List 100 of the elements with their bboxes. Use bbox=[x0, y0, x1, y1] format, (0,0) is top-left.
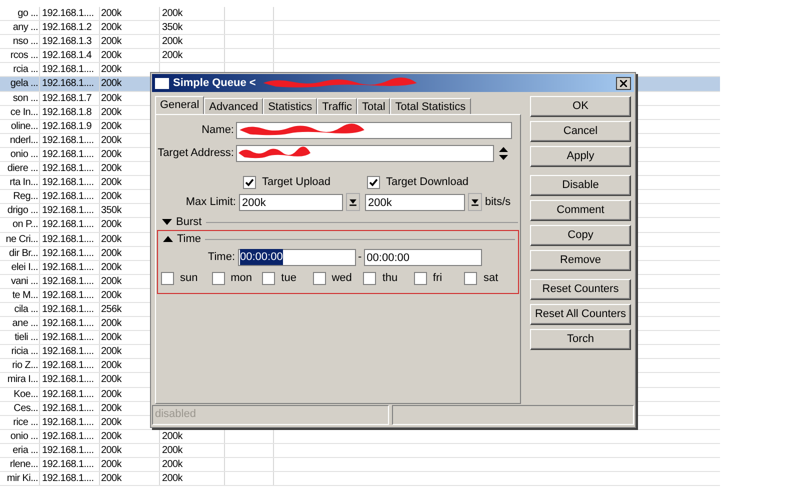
checkbox[interactable] bbox=[363, 272, 376, 284]
checkbox[interactable] bbox=[464, 272, 478, 284]
table-cell: 192.168.1.... bbox=[40, 331, 100, 344]
table-cell: 200k bbox=[162, 430, 182, 442]
table-cell: cila ... bbox=[0, 302, 40, 316]
checkbox-label: tue bbox=[281, 270, 296, 286]
table-cell: 200k bbox=[162, 50, 182, 62]
table-cell: 192.168.1.... bbox=[40, 148, 100, 162]
table-cell: 192.168.1.... bbox=[40, 176, 100, 190]
table-cell: tieli ... bbox=[0, 331, 40, 344]
status-field: disabled bbox=[152, 405, 389, 425]
dialog-button[interactable]: Reset Counters bbox=[530, 279, 631, 300]
table-cell: 200k bbox=[100, 35, 160, 48]
table-cell: Reg... bbox=[0, 190, 40, 204]
table-cell: nso ... bbox=[0, 35, 40, 48]
field-label: Time: bbox=[206, 250, 236, 265]
expand-arrow-icon[interactable] bbox=[162, 219, 172, 225]
table-cell: dir Br... bbox=[0, 246, 40, 260]
table-cell: vani ... bbox=[0, 274, 40, 288]
table-cell: 200k bbox=[162, 473, 182, 484]
table-cell: ne Cri... bbox=[0, 232, 40, 246]
table-cell: nderl... bbox=[0, 134, 40, 147]
table-cell: 192.168.1.... bbox=[40, 134, 100, 147]
dialog-button[interactable]: Comment bbox=[530, 200, 631, 221]
table-cell: 192.168.1.... bbox=[40, 274, 100, 288]
tab[interactable]: Total bbox=[357, 98, 390, 114]
checkbox-label: sat bbox=[483, 270, 498, 286]
checkbox[interactable] bbox=[262, 272, 276, 284]
table-cell: 200k bbox=[162, 444, 182, 456]
table-cell: rlene... bbox=[0, 458, 40, 472]
table-cell: 192.168.1.2 bbox=[40, 21, 100, 34]
dialog-button[interactable]: Remove bbox=[530, 250, 631, 271]
checkbox[interactable] bbox=[367, 176, 380, 188]
checkbox[interactable] bbox=[212, 272, 225, 284]
checkbox[interactable] bbox=[414, 272, 427, 284]
dialog-button[interactable]: Reset All Counters bbox=[530, 304, 631, 325]
max-limit-field[interactable]: 200k bbox=[239, 194, 343, 210]
dialog-button[interactable]: Disable bbox=[530, 175, 631, 196]
field-label: Name: bbox=[200, 122, 235, 138]
table-cell: eria ... bbox=[0, 444, 40, 457]
table-cell: onio ... bbox=[0, 430, 40, 443]
checkbox[interactable] bbox=[161, 272, 174, 284]
tab[interactable]: General bbox=[155, 96, 204, 114]
checkbox-label: fri bbox=[432, 270, 442, 286]
checkbox-label: Target Upload bbox=[262, 174, 332, 190]
tab[interactable]: Traffic bbox=[317, 98, 358, 114]
time-from-field[interactable]: 00:00:00 bbox=[238, 248, 356, 266]
table-cell: rcos ... bbox=[0, 49, 40, 62]
checkbox-label: thu bbox=[382, 270, 398, 286]
table-cell: 192.168.1.... bbox=[40, 162, 100, 176]
checkbox-label: wed bbox=[332, 270, 352, 286]
table-cell: any ... bbox=[0, 21, 40, 34]
table-cell: 192.168.1.... bbox=[40, 317, 100, 330]
checkbox[interactable] bbox=[243, 176, 256, 188]
table-cell: 192.168.1.... bbox=[40, 288, 100, 302]
table-cell: 192.168.1.4 bbox=[40, 49, 100, 62]
table-cell: mir Ki... bbox=[0, 472, 40, 486]
checkbox-label: mon bbox=[230, 270, 252, 286]
section-header[interactable]: Time bbox=[177, 230, 202, 248]
table-cell: 192.168.1.... bbox=[40, 472, 100, 486]
table-cell: diere ... bbox=[0, 162, 40, 176]
table-cell: 200k bbox=[162, 459, 182, 470]
table-cell: 192.168.1.... bbox=[40, 458, 100, 472]
tab[interactable]: Advanced bbox=[204, 98, 264, 114]
table-cell: rta In... bbox=[0, 176, 40, 190]
dialog-button[interactable]: Torch bbox=[530, 329, 631, 350]
close-button[interactable] bbox=[616, 76, 631, 90]
dialog-button[interactable]: Copy bbox=[530, 225, 631, 246]
collapse-arrow-icon[interactable] bbox=[163, 236, 173, 242]
time-to-field[interactable]: 00:00:00 bbox=[364, 248, 482, 266]
checkbox-label: Target Download bbox=[386, 174, 469, 190]
name-field[interactable] bbox=[236, 122, 512, 138]
max-limit-field[interactable]: 200k bbox=[365, 194, 465, 210]
table-cell: 200k bbox=[100, 49, 160, 62]
tab[interactable]: Total Statistics bbox=[390, 98, 471, 114]
dialog-button[interactable]: OK bbox=[530, 96, 631, 117]
table-cell: rcia ... bbox=[0, 63, 40, 76]
table-cell: son ... bbox=[0, 92, 40, 105]
table-cell: 192.168.1.... bbox=[40, 218, 100, 232]
table-cell: te M... bbox=[0, 288, 40, 302]
table-cell: on P... bbox=[0, 218, 40, 232]
close-icon bbox=[620, 80, 627, 86]
up-down-arrows-icon[interactable] bbox=[499, 146, 508, 160]
section-header[interactable]: Burst bbox=[176, 214, 202, 230]
dialog-button[interactable]: Apply bbox=[530, 146, 631, 167]
checkbox[interactable] bbox=[312, 272, 326, 284]
table-cell: 192.168.1.... bbox=[40, 260, 100, 274]
table-cell: 200k bbox=[100, 472, 160, 486]
table-cell: Koe... bbox=[0, 388, 40, 401]
tab[interactable]: Statistics bbox=[263, 98, 318, 114]
table-cell: onio ... bbox=[0, 148, 40, 162]
table-cell: 192.168.1.3 bbox=[40, 35, 100, 48]
target-address-field[interactable] bbox=[236, 144, 494, 162]
dialog-button[interactable]: Cancel bbox=[530, 121, 631, 142]
table-cell: 200k bbox=[162, 8, 182, 19]
table-cell: ane ... bbox=[0, 317, 40, 330]
table-cell: gela ... bbox=[0, 77, 40, 91]
table-cell: ce In... bbox=[0, 106, 40, 119]
table-cell: 200k bbox=[100, 7, 160, 20]
table-cell: 192.168.1.... bbox=[40, 402, 100, 415]
